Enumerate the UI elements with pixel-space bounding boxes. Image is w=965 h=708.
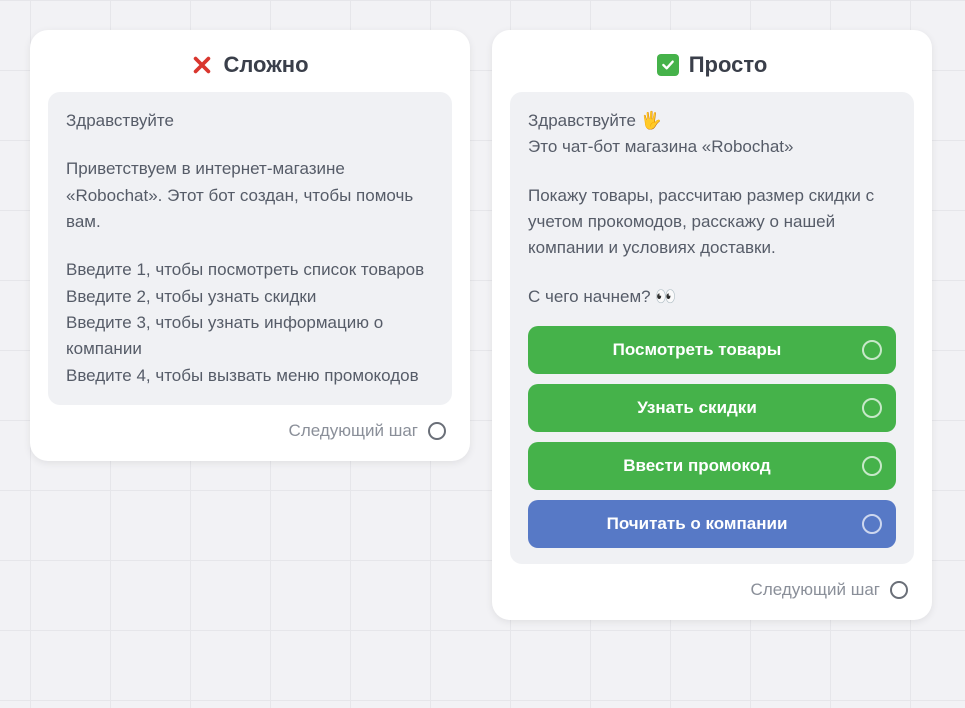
button-label: Посмотреть товары <box>613 340 782 359</box>
msg-greet: Здравствуйте <box>66 108 434 134</box>
msg-opt4: Введите 4, чтобы вызвать меню промокодов <box>66 363 434 389</box>
card-title-simple: Просто <box>689 52 768 78</box>
next-step-simple[interactable]: Следующий шаг <box>510 564 914 602</box>
card-simple: Просто Здравствуйте 🖐 Это чат-бот магази… <box>492 30 932 620</box>
discounts-button[interactable]: Узнать скидки <box>528 384 896 432</box>
next-step-label: Следующий шаг <box>751 580 880 600</box>
check-icon <box>657 54 679 76</box>
button-label: Узнать скидки <box>637 398 757 417</box>
msg-opt2: Введите 2, чтобы узнать скидки <box>66 284 434 310</box>
next-step-complex[interactable]: Следующий шаг <box>48 405 452 443</box>
msg-greet: Здравствуйте 🖐 <box>528 108 896 134</box>
msg-opt3: Введите 3, чтобы узнать информацию о ком… <box>66 310 434 363</box>
msg-intro: Приветствуем в интернет-магазине «Roboch… <box>66 156 434 235</box>
circle-icon <box>862 398 882 418</box>
x-icon <box>191 54 213 76</box>
circle-icon <box>862 514 882 534</box>
msg-opt1: Введите 1, чтобы посмотреть список товар… <box>66 257 434 283</box>
card-header-simple: Просто <box>510 46 914 92</box>
circle-icon <box>862 456 882 476</box>
card-header-complex: Сложно <box>48 46 452 92</box>
msg-desc: Покажу товары, рассчитаю размер скидки с… <box>528 183 896 262</box>
about-company-button[interactable]: Почитать о компании <box>528 500 896 548</box>
button-list: Посмотреть товары Узнать скидки Ввести п… <box>528 326 896 548</box>
msg-prompt: С чего начнем? 👀 <box>528 284 896 310</box>
circle-icon <box>890 581 908 599</box>
card-title-complex: Сложно <box>223 52 308 78</box>
msg-intro: Это чат-бот магазина «Robochat» <box>528 134 896 160</box>
view-products-button[interactable]: Посмотреть товары <box>528 326 896 374</box>
circle-icon <box>428 422 446 440</box>
card-complex: Сложно Здравствуйте Приветствуем в интер… <box>30 30 470 461</box>
button-label: Почитать о компании <box>607 514 788 533</box>
button-label: Ввести промокод <box>623 456 770 475</box>
message-box-complex: Здравствуйте Приветствуем в интернет-маг… <box>48 92 452 405</box>
message-box-simple: Здравствуйте 🖐 Это чат-бот магазина «Rob… <box>510 92 914 564</box>
promo-button[interactable]: Ввести промокод <box>528 442 896 490</box>
next-step-label: Следующий шаг <box>289 421 418 441</box>
circle-icon <box>862 340 882 360</box>
